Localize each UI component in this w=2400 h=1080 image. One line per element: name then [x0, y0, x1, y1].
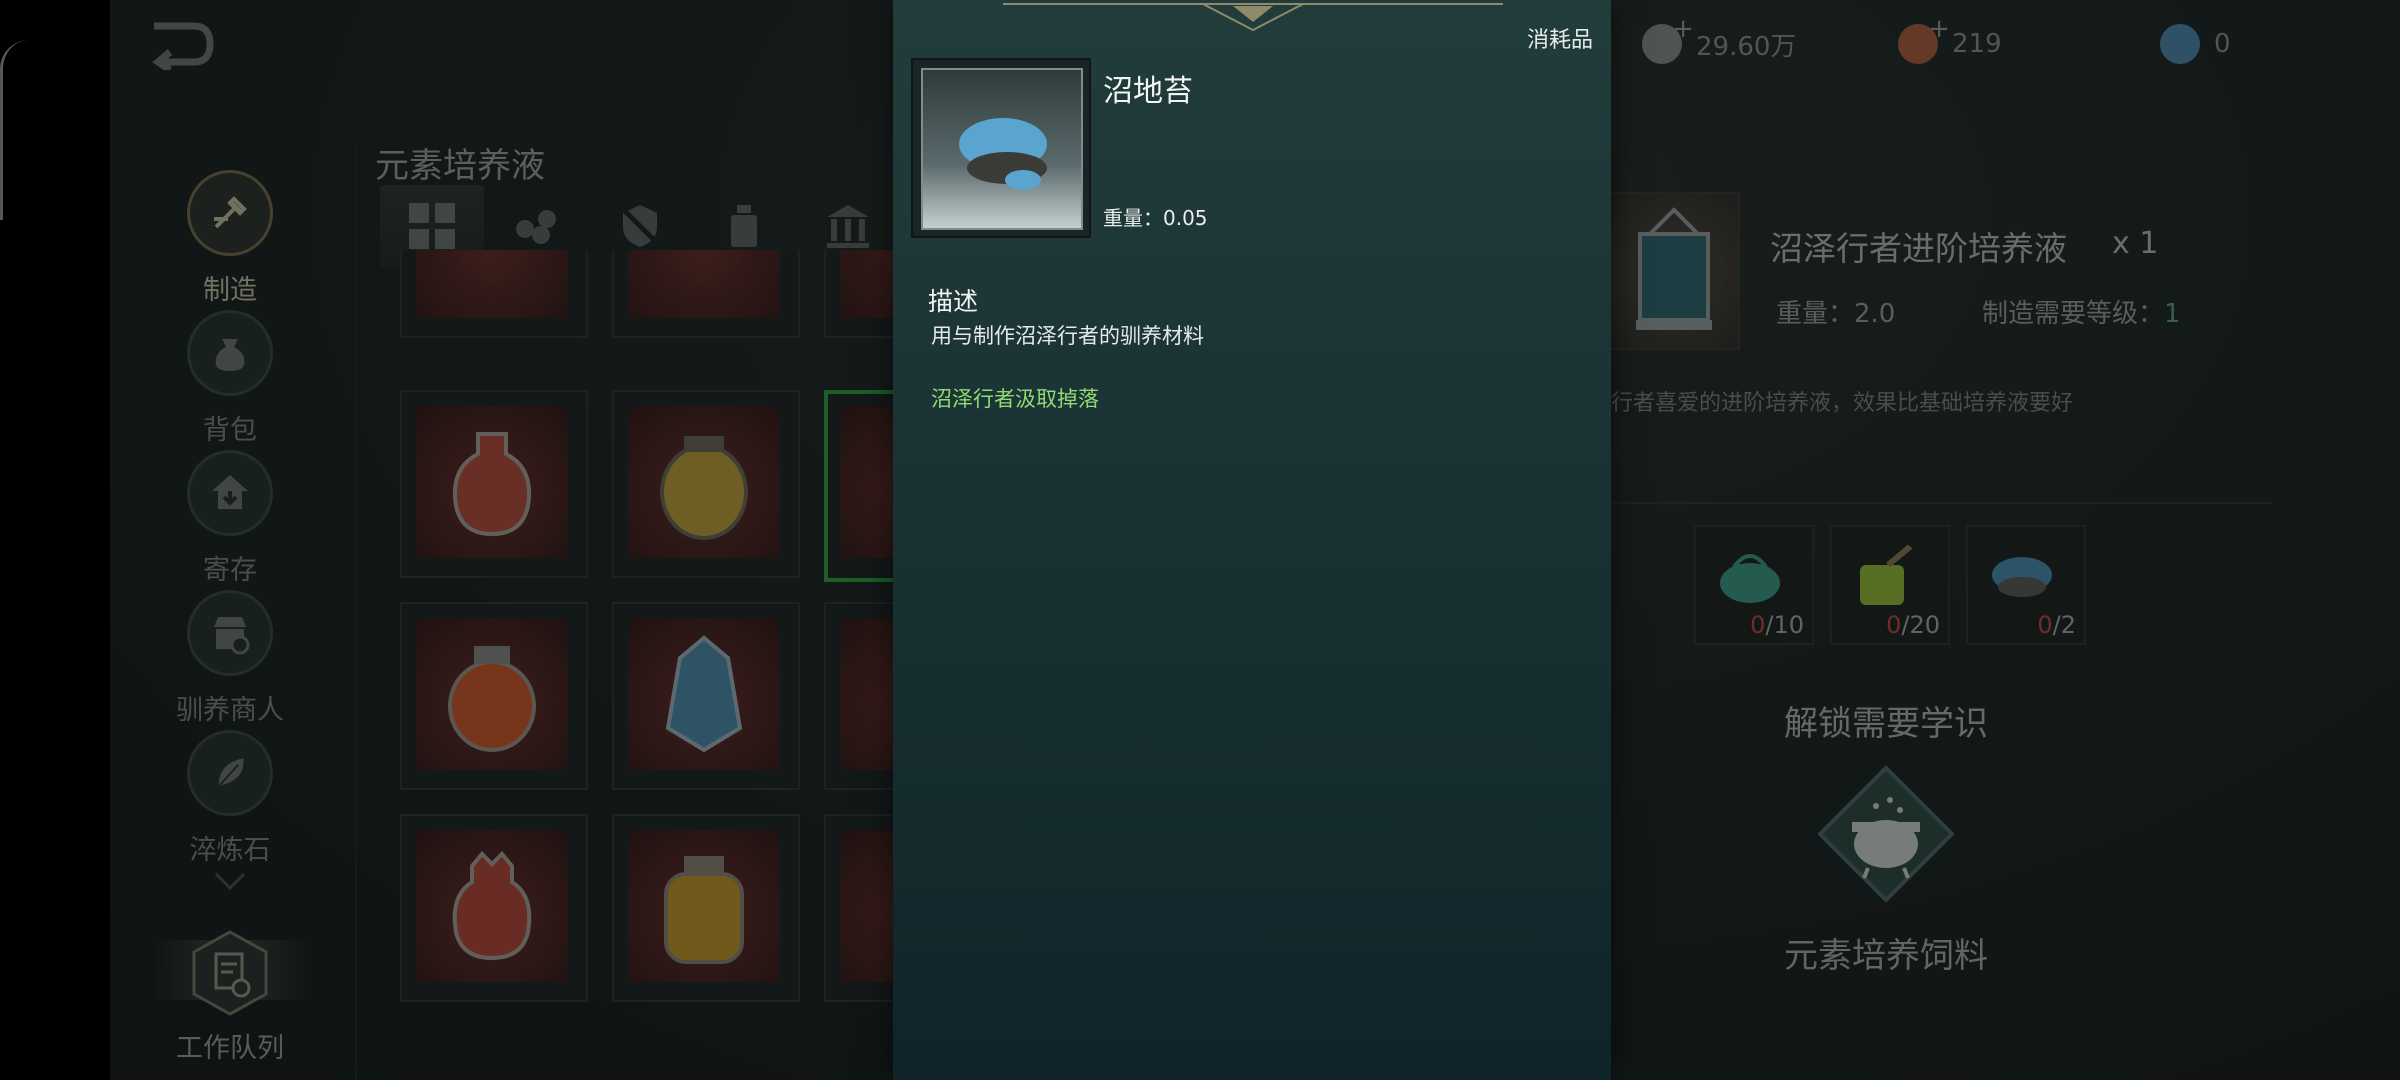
divider: [1600, 502, 2272, 504]
work-queue-icon: [192, 930, 268, 1016]
nav-label: 驯养商人: [176, 695, 284, 726]
work-queue-button[interactable]: 工作队列: [110, 930, 350, 1080]
unlock-requirement-title: 解锁需要学识: [1784, 704, 1988, 744]
material-slot[interactable]: 0/20: [1830, 525, 1950, 645]
currency-value: 219: [1952, 29, 2002, 59]
teal-jar-icon: [1720, 554, 1780, 603]
ice-flask-icon: [628, 618, 780, 770]
nav-stone[interactable]: 淬炼石: [110, 730, 350, 870]
nav-merchant[interactable]: 驯养商人: [110, 590, 350, 730]
currency-value: 29.60万: [1696, 31, 1797, 62]
product-quantity: x 1: [2112, 226, 2159, 261]
copper-coin-icon: +: [1898, 14, 1950, 64]
recipe-slot[interactable]: [612, 250, 800, 338]
silver-coin-icon: +: [1642, 14, 1694, 64]
recipe-slot[interactable]: [612, 390, 800, 578]
currency-value: 0: [2214, 29, 2231, 59]
unlock-knowledge-name: 元素培养饲料: [1784, 936, 1988, 976]
green-bottle-icon: [1860, 542, 1914, 605]
nav-label: 制造: [203, 275, 257, 306]
merchant-icon: [187, 590, 273, 676]
craft-icon: [187, 170, 273, 256]
item-icon-frame: [911, 58, 1091, 238]
recipe-slot[interactable]: [400, 390, 588, 578]
rail-divider: [355, 140, 357, 1080]
nav-label: 淬炼石: [189, 835, 271, 866]
product-weight: 重量：2.0: [1776, 299, 1896, 329]
recipe-slot[interactable]: [400, 602, 588, 790]
add-currency-icon[interactable]: +: [1928, 14, 1950, 44]
required-level: 制造需要等级：1: [1982, 293, 2181, 330]
nav-label: 寄存: [203, 555, 257, 586]
all-grid-icon: [409, 203, 455, 249]
nav-bag[interactable]: 背包: [110, 310, 350, 450]
yellow-jar-icon: [628, 406, 780, 558]
level-value: 1: [2164, 299, 2181, 329]
description-text: 用与制作沼泽行者的驯养材料: [931, 324, 1204, 348]
side-navigation: 制造 背包 寄存 驯养商人 淬炼石 工作队列: [110, 150, 350, 1080]
red-crown-flask-icon: [416, 830, 568, 982]
nav-label: 背包: [203, 415, 257, 446]
back-arrow-icon: [152, 22, 214, 73]
item-tooltip-panel[interactable]: 消耗品 沼地苔 重量：0.05 描述 用与制作沼泽行者的驯养材料 沼泽行者汲取掉…: [893, 0, 1611, 1080]
shield-crossed-icon: [619, 205, 661, 247]
queue-label: 工作队列: [176, 1033, 284, 1064]
chevron-down-icon[interactable]: [212, 870, 248, 892]
product-thumbnail: [1608, 192, 1740, 350]
recipe-slot[interactable]: [612, 602, 800, 790]
recipe-slot[interactable]: [400, 814, 588, 1002]
material-count: 0/2: [2037, 611, 2076, 639]
currency-copper[interactable]: + 219: [1898, 14, 2002, 68]
currency-gem[interactable]: 0: [2160, 20, 2231, 68]
logs-icon: [516, 210, 556, 244]
gem-icon: [2160, 24, 2200, 64]
amber-jar-icon: [628, 830, 780, 982]
recipe-slot[interactable]: [612, 814, 800, 1002]
temple-icon: [827, 205, 869, 248]
material-count: 0/20: [1886, 611, 1940, 639]
lantern-icon: [1636, 207, 1712, 330]
product-description: 行者喜爱的进阶培养液，效果比基础培养液要好: [1611, 391, 2074, 416]
bottle-icon: [731, 205, 757, 247]
edge-gesture-handle[interactable]: [0, 40, 29, 220]
bag-icon: [187, 310, 273, 396]
storage-icon: [187, 450, 273, 536]
unlock-knowledge-button[interactable]: [1816, 764, 1956, 904]
moss-icon: [1992, 557, 2052, 597]
nav-craft[interactable]: 制造: [110, 170, 350, 310]
red-flask-icon: [416, 406, 568, 558]
add-currency-icon[interactable]: +: [1672, 14, 1694, 44]
cauldron-icon: [1817, 765, 1955, 903]
item-name: 沼地苔: [1103, 74, 1193, 109]
item-source: 沼泽行者汲取掉落: [931, 387, 1099, 411]
description-heading: 描述: [928, 287, 979, 316]
item-category: 消耗品: [1526, 28, 1593, 53]
product-name: 沼泽行者进阶培养液: [1770, 229, 2067, 268]
moss-rock-icon: [959, 118, 1047, 190]
item-icon-bg: [921, 68, 1083, 230]
item-weight: 重量：0.05: [1103, 206, 1208, 230]
ornament-divider-icon: [1003, 3, 1503, 32]
potion-blue-icon: [628, 250, 780, 318]
fire-jar-icon: [416, 618, 568, 770]
recipe-slot[interactable]: [400, 250, 588, 338]
potion-orange-icon: [416, 250, 568, 318]
back-button[interactable]: [148, 18, 218, 73]
material-slot[interactable]: 0/2: [1966, 525, 2086, 645]
leaf-stone-icon: [187, 730, 273, 816]
currency-silver[interactable]: + 29.60万: [1642, 14, 1797, 68]
section-title: 元素培养液: [375, 146, 545, 186]
level-label: 制造需要等级：: [1982, 299, 2165, 329]
material-slot[interactable]: 0/10: [1694, 525, 1814, 645]
nav-storage[interactable]: 寄存: [110, 450, 350, 590]
material-count: 0/10: [1750, 611, 1804, 639]
